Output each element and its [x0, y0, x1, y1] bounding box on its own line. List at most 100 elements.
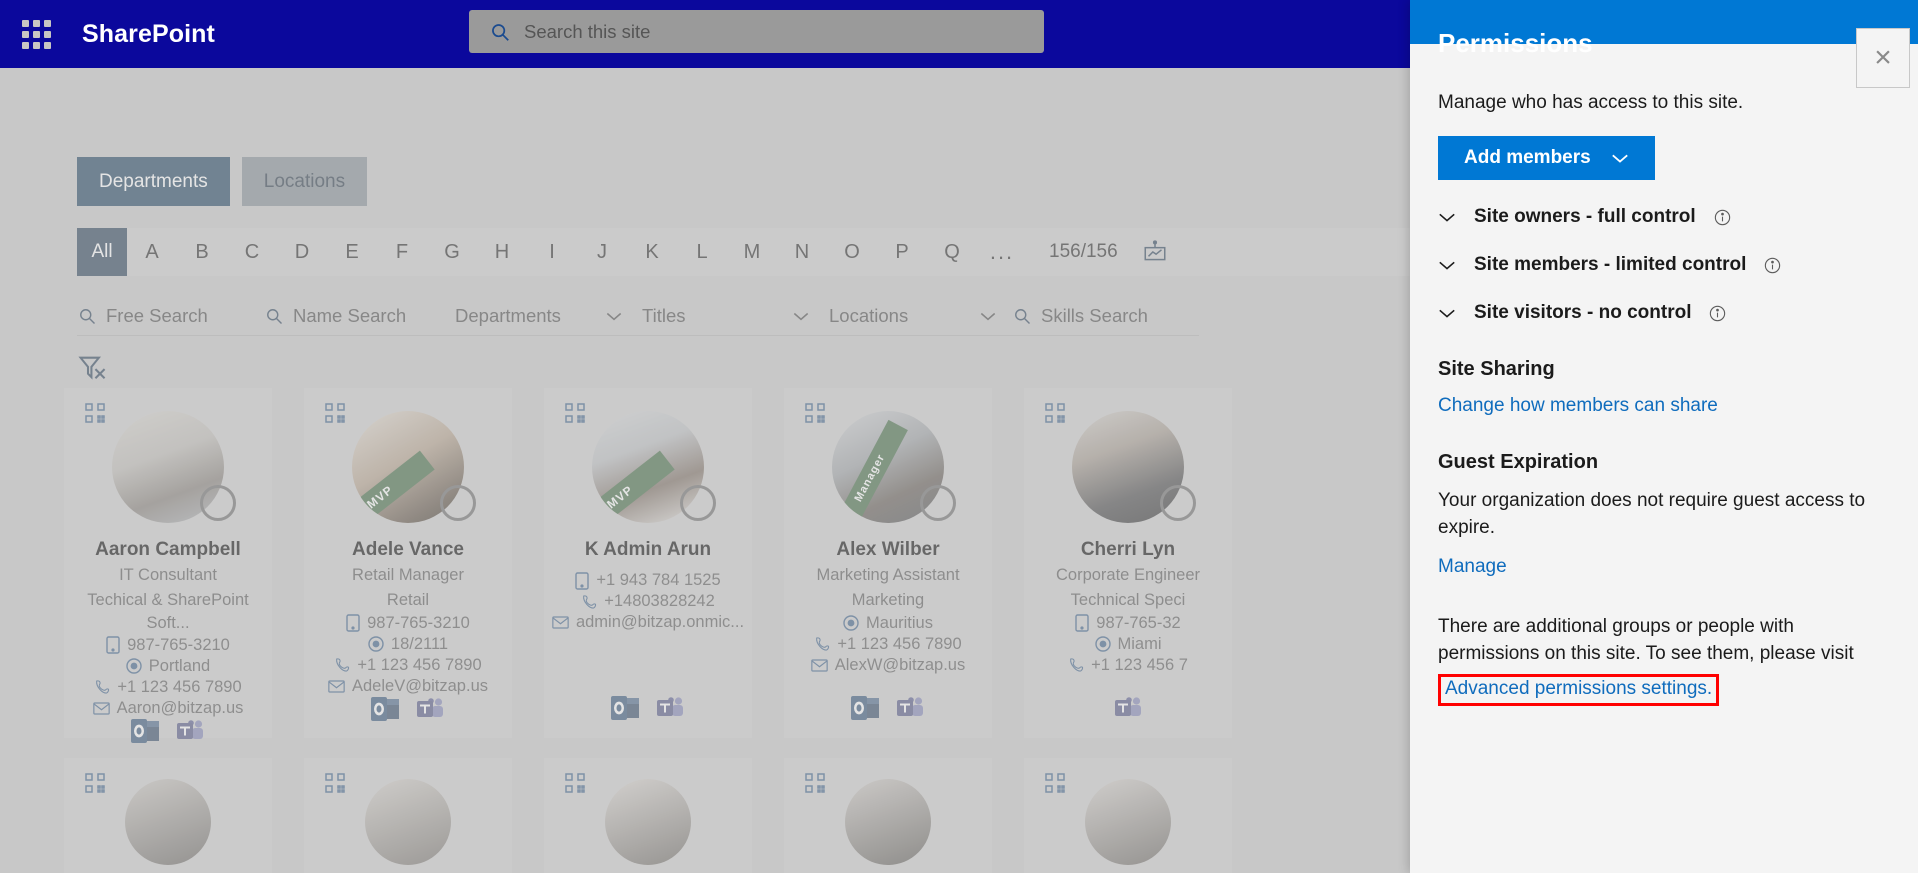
avatar[interactable]: [605, 779, 691, 865]
teams-icon[interactable]: [175, 718, 205, 744]
alpha-h[interactable]: H: [477, 228, 527, 276]
alpha-c[interactable]: C: [227, 228, 277, 276]
value: +1 943 784 1525: [596, 571, 721, 589]
tab-locations[interactable]: Locations: [241, 157, 368, 206]
site-search[interactable]: [469, 10, 1044, 53]
person-card[interactable]: [544, 758, 752, 873]
person-mobile[interactable]: 987-765-3210: [346, 614, 470, 633]
avatar[interactable]: [1085, 779, 1171, 865]
person-phone[interactable]: +1 123 456 7890: [334, 656, 482, 675]
search-icon: [80, 308, 96, 324]
filter-free-search[interactable]: Free Search: [77, 296, 264, 336]
close-icon[interactable]: ×: [1856, 28, 1910, 88]
group-site-owners[interactable]: Site owners - full control: [1438, 206, 1890, 228]
outlook-icon[interactable]: [371, 696, 401, 722]
outlook-icon[interactable]: [851, 695, 881, 721]
search-input[interactable]: [524, 20, 1004, 43]
avatar[interactable]: [125, 779, 211, 865]
qr-code-icon[interactable]: [325, 403, 345, 423]
person-phone[interactable]: +14803828242: [581, 592, 715, 611]
qr-code-icon[interactable]: [85, 773, 105, 793]
manage-guest-expiration-link[interactable]: Manage: [1438, 556, 1890, 578]
alpha-i[interactable]: I: [527, 228, 577, 276]
teams-icon[interactable]: [895, 695, 925, 721]
person-email[interactable]: Aaron@bitzap.us: [92, 699, 243, 718]
view-tabs: Departments Locations: [77, 157, 368, 206]
alpha-o[interactable]: O: [827, 228, 877, 276]
person-phone[interactable]: +1 123 456 7890: [94, 678, 242, 697]
person-card[interactable]: MVP Adele Vance Retail Manager Retail 98…: [304, 388, 512, 738]
alpha-n[interactable]: N: [777, 228, 827, 276]
panel-body: Manage who has access to this site. Add …: [1410, 44, 1918, 706]
qr-code-icon[interactable]: [805, 773, 825, 793]
tab-departments[interactable]: Departments: [77, 157, 230, 206]
person-mobile[interactable]: +1 943 784 1525: [575, 571, 721, 590]
person-phone[interactable]: +1 123 456 7: [1068, 656, 1188, 675]
group-site-members[interactable]: Site members - limited control: [1438, 254, 1890, 276]
alpha-more[interactable]: ...: [977, 228, 1027, 276]
person-card[interactable]: Cherri Lyn Corporate Engineer Technical …: [1024, 388, 1232, 738]
avatar[interactable]: Manager: [832, 411, 956, 523]
person-mobile[interactable]: 987-765-3210: [106, 636, 230, 655]
avatar[interactable]: MVP: [592, 411, 716, 523]
advanced-permissions-settings-link[interactable]: Advanced permissions settings.: [1445, 678, 1712, 699]
add-members-button[interactable]: Add members: [1438, 136, 1655, 180]
alpha-j[interactable]: J: [577, 228, 627, 276]
avatar[interactable]: MVP: [352, 411, 476, 523]
sharepoint-brand[interactable]: SharePoint: [82, 20, 215, 49]
alpha-l[interactable]: L: [677, 228, 727, 276]
group-site-visitors[interactable]: Site visitors - no control: [1438, 302, 1890, 324]
person-card[interactable]: [304, 758, 512, 873]
person-card[interactable]: Manager Alex Wilber Marketing Assistant …: [784, 388, 992, 738]
filter-name-search[interactable]: Name Search: [264, 296, 451, 336]
teams-icon[interactable]: [655, 695, 685, 721]
info-icon[interactable]: [1764, 257, 1781, 274]
avatar[interactable]: [1072, 411, 1196, 523]
avatar[interactable]: [112, 411, 236, 523]
alpha-q[interactable]: Q: [927, 228, 977, 276]
change-sharing-link[interactable]: Change how members can share: [1438, 395, 1890, 417]
qr-code-icon[interactable]: [325, 773, 345, 793]
alpha-p[interactable]: P: [877, 228, 927, 276]
person-card[interactable]: [1024, 758, 1232, 873]
alpha-d[interactable]: D: [277, 228, 327, 276]
qr-code-icon[interactable]: [1045, 403, 1065, 423]
funnel-clear-icon[interactable]: [76, 352, 108, 384]
alpha-b[interactable]: B: [177, 228, 227, 276]
teams-icon[interactable]: [415, 696, 445, 722]
avatar[interactable]: [365, 779, 451, 865]
alpha-e[interactable]: E: [327, 228, 377, 276]
outlook-icon[interactable]: [131, 718, 161, 744]
filter-titles[interactable]: Titles: [638, 296, 825, 336]
qr-code-icon[interactable]: [85, 403, 105, 423]
presentation-chart-icon[interactable]: [1142, 239, 1168, 265]
alpha-all[interactable]: All: [77, 228, 127, 276]
person-email[interactable]: AlexW@bitzap.us: [811, 656, 965, 675]
alpha-f[interactable]: F: [377, 228, 427, 276]
person-email[interactable]: AdeleV@bitzap.us: [328, 677, 488, 696]
person-card[interactable]: [64, 758, 272, 873]
person-mobile[interactable]: 987-765-32: [1075, 614, 1181, 633]
alpha-m[interactable]: M: [727, 228, 777, 276]
alpha-g[interactable]: G: [427, 228, 477, 276]
qr-code-icon[interactable]: [1045, 773, 1065, 793]
person-card[interactable]: [784, 758, 992, 873]
info-icon[interactable]: [1714, 209, 1731, 226]
info-icon[interactable]: [1709, 305, 1726, 322]
qr-code-icon[interactable]: [805, 403, 825, 423]
filter-departments[interactable]: Departments: [451, 296, 638, 336]
filter-skills-search[interactable]: Skills Search: [1012, 296, 1199, 336]
qr-code-icon[interactable]: [565, 403, 585, 423]
app-launcher-waffle-icon[interactable]: [12, 19, 60, 49]
filter-locations[interactable]: Locations: [825, 296, 1012, 336]
qr-code-icon[interactable]: [565, 773, 585, 793]
alpha-k[interactable]: K: [627, 228, 677, 276]
alpha-a[interactable]: A: [127, 228, 177, 276]
person-email[interactable]: admin@bitzap.onmic...: [552, 613, 744, 632]
avatar[interactable]: [845, 779, 931, 865]
person-phone[interactable]: +1 123 456 7890: [814, 635, 962, 654]
person-card[interactable]: MVP K Admin Arun +1 943 784 1525 +148038…: [544, 388, 752, 738]
teams-icon[interactable]: [1113, 695, 1143, 721]
person-card[interactable]: Aaron Campbell IT Consultant Techical & …: [64, 388, 272, 743]
outlook-icon[interactable]: [611, 695, 641, 721]
